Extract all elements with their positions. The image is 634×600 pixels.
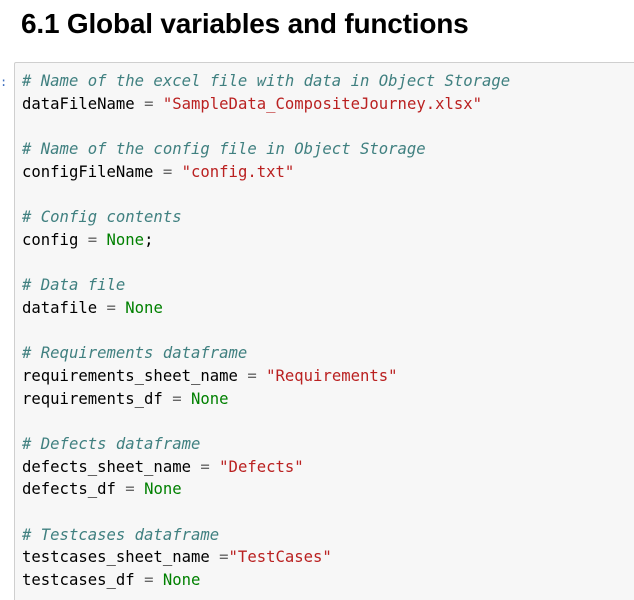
code-line: configFileName = "config.txt" [22, 161, 510, 184]
assign-operator: = [162, 162, 173, 181]
assign-operator: = [106, 298, 116, 317]
code-line: # Name of the excel file with data in Ob… [22, 70, 510, 93]
code-comment: # Data file [22, 276, 126, 295]
code-comment: # Defects dataframe [22, 435, 201, 453]
code-line: # Name of the config file in Object Stor… [22, 138, 510, 161]
variable-name: configFileName [22, 162, 154, 181]
code-line: defects_sheet_name = "Defects" [22, 456, 510, 479]
assign-operator: = [219, 548, 229, 567]
variable-name: requirements_df [22, 389, 163, 408]
string-literal: "Defects" [219, 457, 304, 476]
string-literal: "Requirements" [266, 366, 398, 385]
code-line: dataFileName = "SampleData_CompositeJour… [22, 93, 510, 116]
variable-name: dataFileName [22, 94, 135, 113]
code-line: # Data file [22, 274, 510, 297]
assign-operator: = [172, 389, 182, 408]
keyword-none: None [191, 389, 229, 408]
variable-name: requirements_sheet_name [22, 366, 238, 385]
assign-operator: = [87, 230, 98, 249]
code-line: defects_df = None [22, 478, 510, 501]
code-line: requirements_sheet_name = "Requirements" [22, 365, 510, 388]
code-line: # Defects dataframe [22, 433, 510, 456]
assign-operator: = [125, 480, 135, 499]
code-comment: # Config contents [22, 208, 182, 227]
variable-name: testcases_sheet_name [22, 548, 210, 567]
keyword-none: None [125, 298, 163, 317]
assign-operator: = [144, 94, 154, 113]
assign-operator: = [247, 366, 257, 385]
string-literal: "config.txt" [181, 162, 295, 181]
code-line: testcases_df = None [22, 569, 510, 592]
variable-name: defects_df [22, 480, 116, 499]
variable-name: config [22, 230, 79, 249]
code-line: datafile = None [22, 297, 510, 320]
code-line: # Testcases dataframe [22, 524, 510, 547]
code-comment: # Testcases dataframe [22, 525, 220, 544]
code-comment: # Name of the config file in Object Stor… [22, 140, 426, 159]
assign-operator: = [200, 457, 210, 476]
string-literal: "SampleData_CompositeJourney.xlsx" [162, 94, 483, 113]
semicolon: ; [144, 230, 154, 249]
cell-prompt-marker: : [0, 75, 8, 89]
code-line: # Config contents [22, 206, 510, 229]
keyword-none: None [106, 230, 145, 249]
variable-name: defects_sheet_name [22, 457, 191, 476]
code-comment: # Requirements dataframe [22, 344, 248, 363]
variable-name: datafile [22, 298, 98, 317]
code-comment: # Name of the excel file with data in Ob… [22, 72, 511, 90]
string-literal: "TestCases" [228, 548, 332, 567]
keyword-none: None [144, 480, 182, 499]
code-line: testcases_sheet_name ="TestCases" [22, 546, 510, 569]
code-line: # Requirements dataframe [22, 342, 510, 365]
code-block[interactable]: # Name of the excel file with data in Ob… [22, 70, 510, 592]
code-line: requirements_df = None [22, 388, 510, 411]
keyword-none: None [162, 571, 201, 590]
section-heading: 6.1 Global variables and functions [21, 8, 469, 39]
variable-name: testcases_df [22, 571, 135, 590]
code-line: config = None; [22, 229, 510, 252]
assign-operator: = [144, 571, 154, 590]
